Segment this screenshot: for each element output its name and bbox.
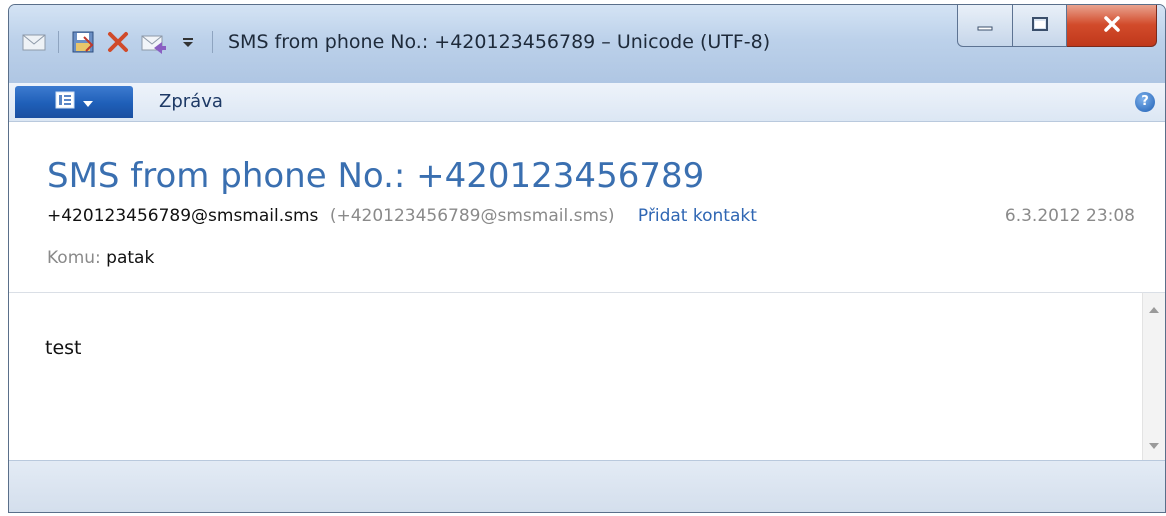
recipient[interactable]: patak bbox=[106, 248, 154, 268]
scroll-up-icon[interactable] bbox=[1149, 307, 1159, 313]
from-line: +420123456789@smsmail.sms (+420123456789… bbox=[47, 206, 757, 226]
scroll-down-icon[interactable] bbox=[1149, 443, 1159, 449]
close-button[interactable] bbox=[1067, 5, 1157, 47]
title-bar: SMS from phone No.: +420123456789 – Unic… bbox=[9, 5, 1165, 83]
close-icon bbox=[1102, 15, 1122, 37]
vertical-scrollbar[interactable] bbox=[1142, 292, 1165, 461]
tab-message[interactable]: Zpráva bbox=[159, 91, 223, 112]
save-icon[interactable] bbox=[70, 29, 96, 55]
quick-access-toolbar: SMS from phone No.: +420123456789 – Unic… bbox=[21, 27, 770, 57]
delete-icon[interactable] bbox=[105, 29, 131, 55]
message-subject: SMS from phone No.: +420123456789 bbox=[47, 156, 705, 196]
reply-icon[interactable] bbox=[140, 29, 166, 55]
file-menu-button[interactable] bbox=[15, 86, 133, 118]
customize-dropdown-icon[interactable] bbox=[175, 29, 201, 55]
status-bar bbox=[9, 460, 1165, 512]
add-contact-link[interactable]: Přidat kontakt bbox=[638, 206, 757, 226]
message-header: SMS from phone No.: +420123456789 +42012… bbox=[9, 122, 1165, 292]
ribbon: Zpráva ? bbox=[9, 83, 1165, 122]
minimize-icon bbox=[977, 16, 993, 35]
minimize-button[interactable] bbox=[957, 5, 1013, 47]
toolbar-separator bbox=[58, 31, 59, 53]
sender-address[interactable]: +420123456789@smsmail.sms bbox=[47, 206, 318, 226]
message-window: SMS from phone No.: +420123456789 – Unic… bbox=[8, 4, 1166, 513]
maximize-icon bbox=[1031, 16, 1048, 35]
to-line: Komu: patak bbox=[47, 248, 154, 268]
file-menu-icon bbox=[55, 91, 75, 113]
message-datetime: 6.3.2012 23:08 bbox=[1004, 206, 1135, 226]
window-title: SMS from phone No.: +420123456789 – Unic… bbox=[228, 31, 771, 53]
help-icon[interactable]: ? bbox=[1135, 92, 1155, 112]
maximize-button[interactable] bbox=[1013, 5, 1067, 47]
chevron-down-icon bbox=[83, 93, 93, 112]
sender-address-alt: (+420123456789@smsmail.sms) bbox=[329, 206, 615, 226]
toolbar-separator bbox=[212, 31, 213, 53]
to-label: Komu: bbox=[47, 248, 101, 268]
window-controls bbox=[957, 5, 1157, 47]
message-body-text: test bbox=[45, 337, 82, 359]
message-body[interactable]: test bbox=[9, 292, 1145, 461]
envelope-icon bbox=[21, 29, 47, 55]
